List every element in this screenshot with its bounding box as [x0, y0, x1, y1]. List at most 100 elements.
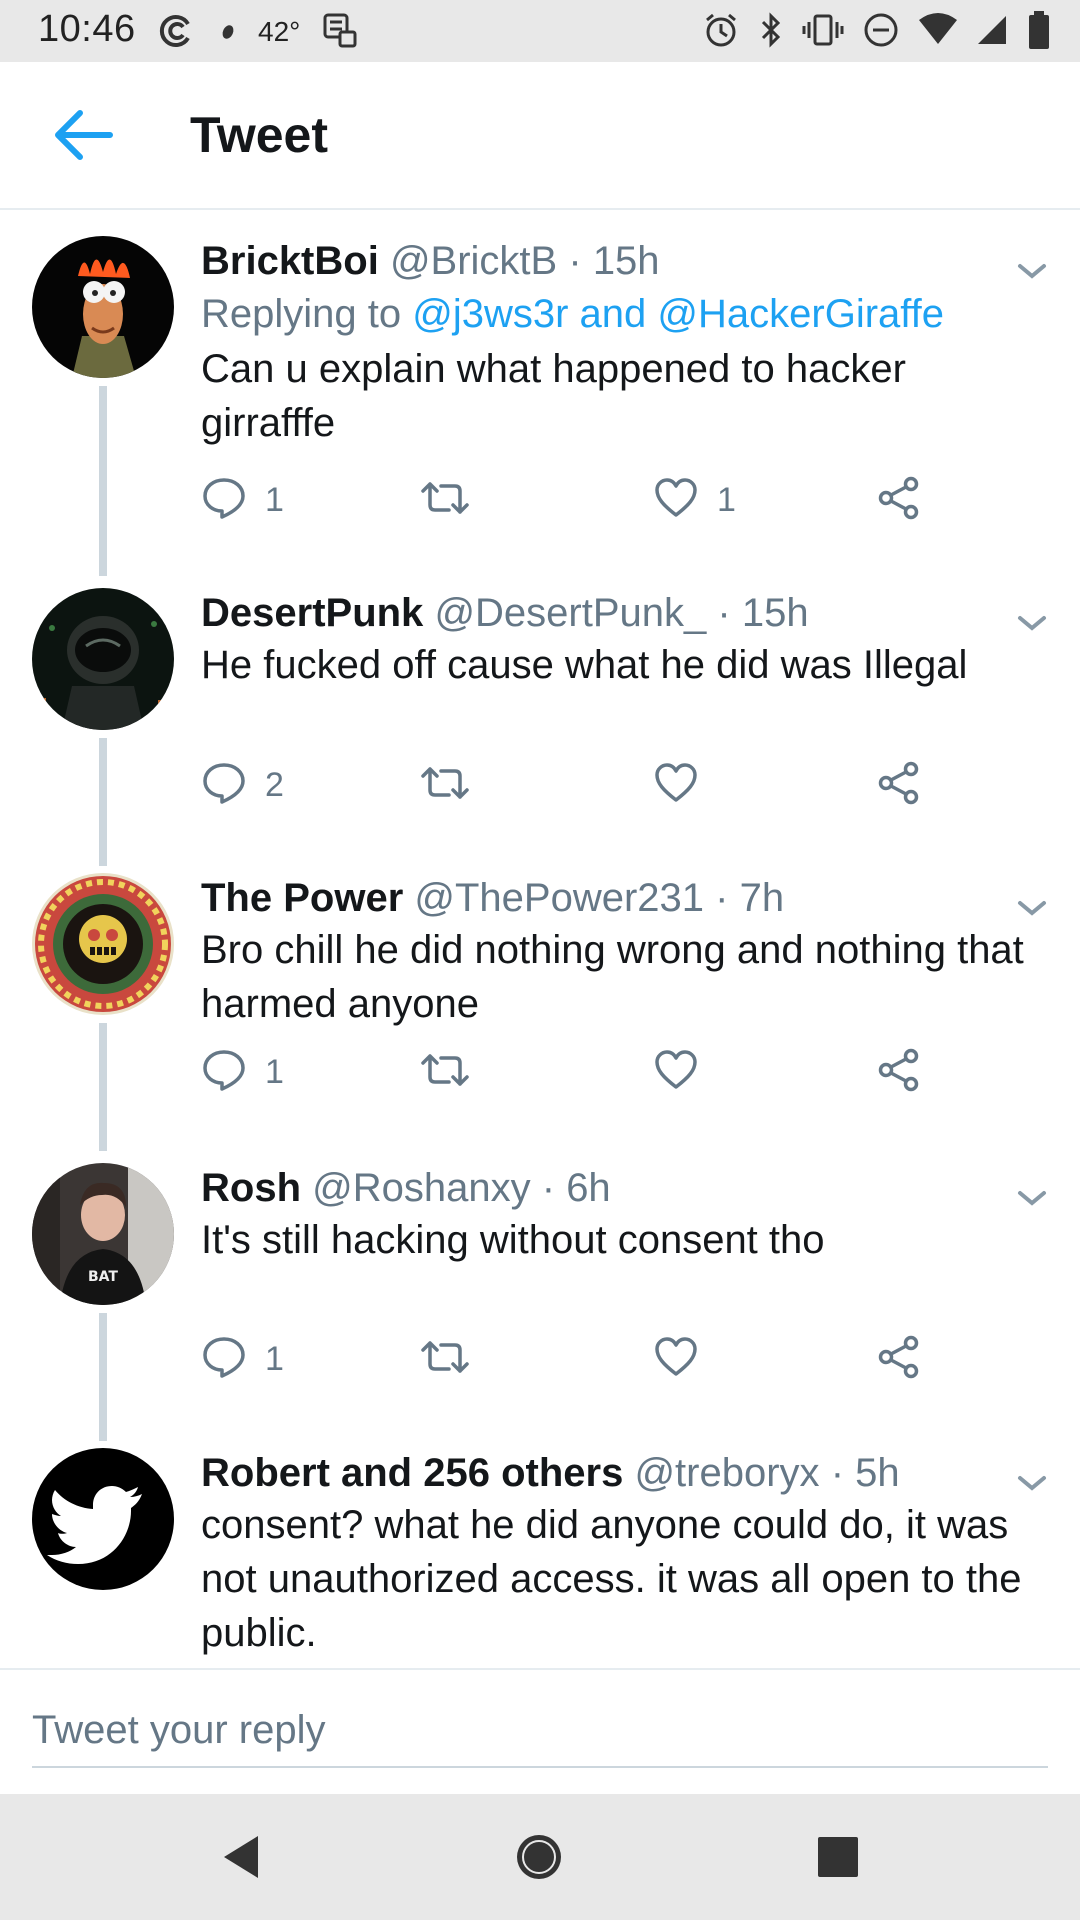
- heart-icon: [653, 760, 699, 811]
- share-button[interactable]: [876, 1042, 922, 1102]
- reply-input[interactable]: [32, 1694, 1048, 1768]
- avatar[interactable]: [32, 236, 174, 378]
- share-icon: [876, 1334, 922, 1385]
- separator-dot: ·: [717, 591, 731, 635]
- comment-icon: [201, 475, 247, 526]
- vibrate-icon: [802, 11, 844, 54]
- tweet-body: Rosh @Roshanxy · 6h It's still hacking w…: [201, 1163, 1041, 1267]
- reply-button[interactable]: 2: [201, 755, 284, 815]
- tweet-time: 15h: [741, 591, 809, 635]
- avatar[interactable]: [32, 588, 174, 730]
- avatar[interactable]: BAT: [32, 1163, 174, 1305]
- share-button[interactable]: [876, 1329, 922, 1389]
- like-button[interactable]: [653, 755, 717, 815]
- chevron-down-icon: [1012, 264, 1052, 290]
- tweet-time: 15h: [592, 239, 660, 283]
- share-button[interactable]: [876, 470, 922, 530]
- hotspot-icon: [158, 10, 198, 55]
- like-button[interactable]: [653, 1042, 717, 1102]
- retweet-icon: [419, 475, 471, 526]
- back-button[interactable]: [48, 102, 118, 172]
- svg-text:BAT: BAT: [88, 1269, 118, 1285]
- share-icon: [876, 475, 922, 526]
- separator-dot: ·: [715, 876, 729, 920]
- author-name[interactable]: DesertPunk: [201, 591, 423, 635]
- like-button[interactable]: 1: [653, 470, 736, 530]
- tweet-body: The Power @ThePower231 · 7h Bro chill he…: [201, 873, 1041, 1031]
- author-name[interactable]: Robert and 256 others: [201, 1451, 623, 1495]
- notification-icon: [320, 10, 360, 55]
- heart-icon: [653, 475, 699, 526]
- tweet-menu-button[interactable]: [1012, 1183, 1052, 1213]
- replying-to-mentions[interactable]: @j3ws3r and @HackerGiraffe: [412, 292, 944, 336]
- page-title: Tweet: [190, 107, 328, 163]
- replying-to: Replying to @j3ws3r and @HackerGiraffe: [201, 286, 1041, 342]
- chevron-down-icon: [1012, 616, 1052, 642]
- status-right-icons: [702, 10, 1050, 54]
- author-name[interactable]: The Power: [201, 876, 403, 920]
- author-handle[interactable]: @Roshanxy: [312, 1166, 530, 1210]
- like-button[interactable]: [653, 1329, 717, 1389]
- status-temperature: 42°: [258, 16, 301, 47]
- tweet-actions: 1 1: [201, 470, 961, 530]
- tweet-menu-button[interactable]: [1012, 1468, 1052, 1498]
- location-dot-icon: [218, 10, 238, 55]
- cell-signal-icon: [976, 12, 1010, 53]
- share-icon: [876, 1047, 922, 1098]
- nav-home-button[interactable]: [504, 1824, 574, 1894]
- tweet-actions: 1: [201, 1329, 961, 1389]
- arrow-left-icon: [52, 107, 114, 168]
- comment-icon: [201, 1334, 247, 1385]
- retweet-button[interactable]: [419, 1042, 489, 1102]
- author-handle[interactable]: @treboryx: [634, 1451, 819, 1495]
- retweet-button[interactable]: [419, 470, 489, 530]
- do-not-disturb-icon: [862, 11, 900, 54]
- nav-recents-button[interactable]: [803, 1824, 873, 1894]
- author-name[interactable]: BricktBoi: [201, 239, 379, 283]
- heart-icon: [653, 1334, 699, 1385]
- retweet-button[interactable]: [419, 1329, 489, 1389]
- author-name[interactable]: Rosh: [201, 1166, 301, 1210]
- reply-button[interactable]: 1: [201, 1042, 284, 1102]
- separator-dot: ·: [830, 1451, 845, 1495]
- tweet-body: DesertPunk @DesertPunk_ · 15h He fucked …: [201, 588, 1041, 692]
- retweet-icon: [419, 1047, 471, 1098]
- like-count: 1: [717, 480, 736, 519]
- avatar[interactable]: [32, 1448, 174, 1590]
- separator-dot: ·: [568, 239, 582, 283]
- comment-icon: [201, 1047, 247, 1098]
- tweet-menu-button[interactable]: [1012, 893, 1052, 923]
- thread-line: [99, 1313, 107, 1441]
- tweet-actions: 1: [201, 1042, 961, 1102]
- retweet-icon: [419, 1334, 471, 1385]
- tweet-text: Bro chill he did nothing wrong and nothi…: [201, 928, 1024, 1026]
- tweet-text: consent? what he did anyone could do, it…: [201, 1503, 1022, 1655]
- author-handle[interactable]: @BricktB: [390, 239, 557, 283]
- reply-composer: [0, 1668, 1080, 1792]
- share-button[interactable]: [876, 755, 922, 815]
- retweet-button[interactable]: [419, 755, 489, 815]
- chevron-down-icon: [1012, 1191, 1052, 1217]
- separator-dot: ·: [541, 1166, 556, 1210]
- tweet-header: DesertPunk @DesertPunk_ · 15h: [201, 588, 1041, 638]
- reply-button[interactable]: 1: [201, 470, 284, 530]
- tweet-time: 7h: [739, 876, 785, 920]
- tweet-header: Rosh @Roshanxy · 6h: [201, 1163, 1041, 1213]
- tweet-menu-button[interactable]: [1012, 256, 1052, 286]
- reply-button[interactable]: 1: [201, 1329, 284, 1389]
- triangle-back-icon: [218, 1832, 262, 1887]
- wifi-icon: [918, 12, 958, 53]
- author-handle[interactable]: @DesertPunk_: [434, 591, 706, 635]
- tweet-text: It's still hacking without consent tho: [201, 1218, 825, 1262]
- tweet-menu-button[interactable]: [1012, 608, 1052, 638]
- nav-back-button[interactable]: [205, 1824, 275, 1894]
- circle-home-icon: [514, 1832, 564, 1887]
- tweet-actions: 2: [201, 755, 961, 815]
- tweet-body: Robert and 256 others @treboryx · 5h con…: [201, 1448, 1041, 1660]
- thread-line: [99, 386, 107, 576]
- system-nav-bar: [0, 1794, 1080, 1920]
- avatar[interactable]: [32, 873, 174, 1015]
- tweet-time: 6h: [566, 1166, 611, 1210]
- author-handle[interactable]: @ThePower231: [414, 876, 704, 920]
- app-header: Tweet: [0, 62, 1080, 210]
